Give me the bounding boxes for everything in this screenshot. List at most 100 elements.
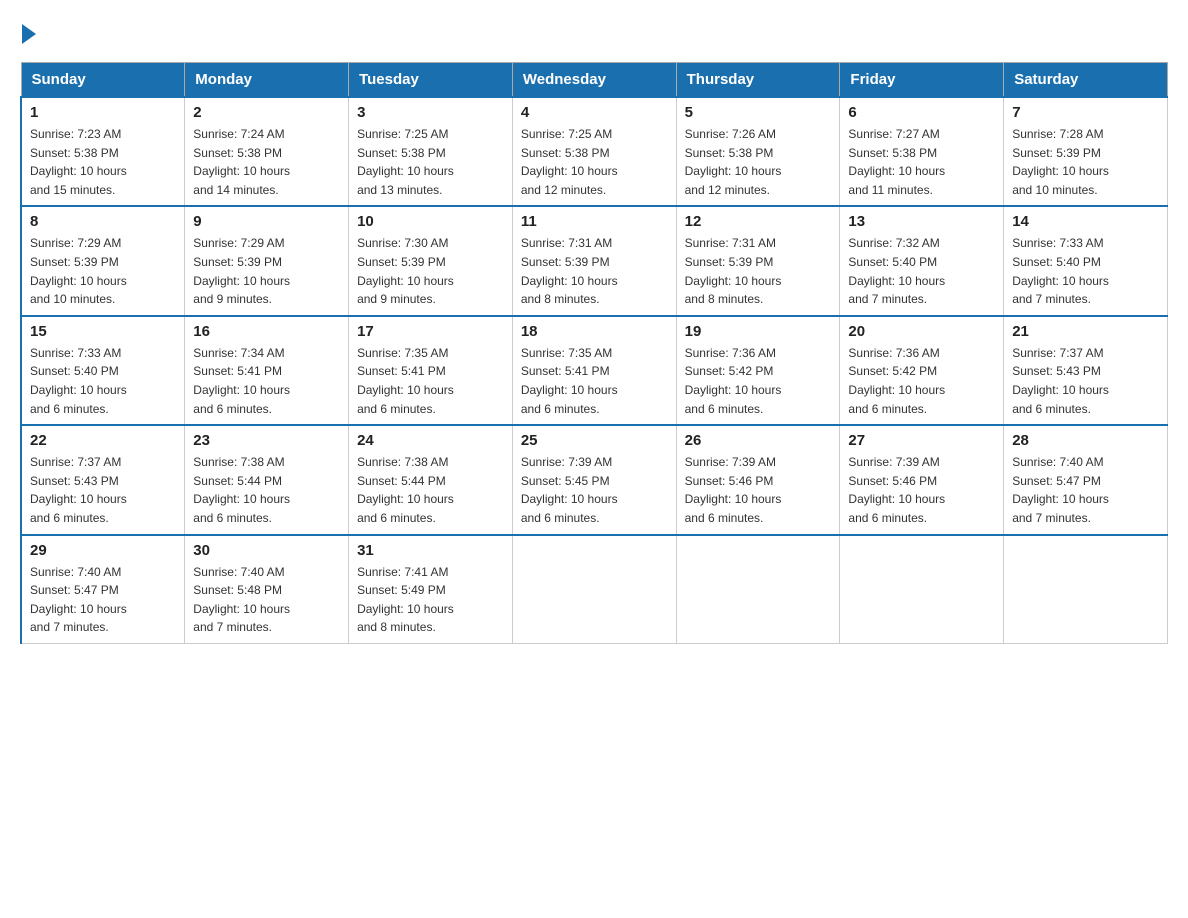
day-cell-4: 4 Sunrise: 7:25 AMSunset: 5:38 PMDaylight… [512,97,676,206]
day-cell-23: 23 Sunrise: 7:38 AMSunset: 5:44 PMDayligh… [185,425,349,534]
day-info: Sunrise: 7:34 AMSunset: 5:41 PMDaylight:… [193,344,340,418]
day-cell-1: 1Sunrise: 7:23 AMSunset: 5:38 PMDaylight… [21,97,185,206]
day-cell-10: 10 Sunrise: 7:30 AMSunset: 5:39 PMDayligh… [349,206,513,315]
empty-cell [512,535,676,644]
day-number: 24 [357,432,504,449]
day-info: Sunrise: 7:25 AMSunset: 5:38 PMDaylight:… [357,125,504,199]
day-number: 18 [521,323,668,340]
day-cell-15: 15 Sunrise: 7:33 AMSunset: 5:40 PMDayligh… [21,316,185,425]
day-number: 14 [1012,213,1159,230]
day-info: Sunrise: 7:35 AMSunset: 5:41 PMDaylight:… [357,344,504,418]
day-info: Sunrise: 7:33 AMSunset: 5:40 PMDaylight:… [1012,234,1159,308]
day-number: 22 [30,432,176,449]
day-cell-31: 31Sunrise: 7:41 AMSunset: 5:49 PMDayligh… [349,535,513,644]
day-info: Sunrise: 7:37 AMSunset: 5:43 PMDaylight:… [1012,344,1159,418]
logo-arrow-icon [22,24,36,44]
column-header-thursday: Thursday [676,63,840,98]
day-number: 19 [685,323,832,340]
week-row-5: 29 Sunrise: 7:40 AMSunset: 5:47 PMDayligh… [21,535,1168,644]
day-cell-5: 5Sunrise: 7:26 AMSunset: 5:38 PMDaylight… [676,97,840,206]
day-info: Sunrise: 7:27 AMSunset: 5:38 PMDaylight:… [848,125,995,199]
column-header-wednesday: Wednesday [512,63,676,98]
day-info: Sunrise: 7:40 AMSunset: 5:47 PMDaylight:… [1012,453,1159,527]
day-cell-22: 22 Sunrise: 7:37 AMSunset: 5:43 PMDayligh… [21,425,185,534]
day-cell-3: 3Sunrise: 7:25 AMSunset: 5:38 PMDaylight… [349,97,513,206]
day-info: Sunrise: 7:40 AMSunset: 5:47 PMDaylight:… [30,563,176,637]
day-info: Sunrise: 7:41 AMSunset: 5:49 PMDaylight:… [357,563,504,637]
week-row-3: 15 Sunrise: 7:33 AMSunset: 5:40 PMDayligh… [21,316,1168,425]
day-number: 10 [357,213,504,230]
day-info: Sunrise: 7:39 AMSunset: 5:45 PMDaylight:… [521,453,668,527]
day-cell-24: 24 Sunrise: 7:38 AMSunset: 5:44 PMDayligh… [349,425,513,534]
day-cell-16: 16Sunrise: 7:34 AMSunset: 5:41 PMDayligh… [185,316,349,425]
day-info: Sunrise: 7:35 AMSunset: 5:41 PMDaylight:… [521,344,668,418]
day-cell-29: 29 Sunrise: 7:40 AMSunset: 5:47 PMDayligh… [21,535,185,644]
day-cell-27: 27 Sunrise: 7:39 AMSunset: 5:46 PMDayligh… [840,425,1004,534]
day-number: 15 [30,323,176,340]
calendar-header-row: SundayMondayTuesdayWednesdayThursdayFrid… [21,63,1168,98]
day-info: Sunrise: 7:28 AMSunset: 5:39 PMDaylight:… [1012,125,1159,199]
day-cell-30: 30Sunrise: 7:40 AMSunset: 5:48 PMDayligh… [185,535,349,644]
day-number: 17 [357,323,504,340]
day-cell-12: 12 Sunrise: 7:31 AMSunset: 5:39 PMDayligh… [676,206,840,315]
day-cell-20: 20 Sunrise: 7:36 AMSunset: 5:42 PMDayligh… [840,316,1004,425]
column-header-saturday: Saturday [1004,63,1168,98]
day-info: Sunrise: 7:40 AMSunset: 5:48 PMDaylight:… [193,563,340,637]
week-row-4: 22 Sunrise: 7:37 AMSunset: 5:43 PMDayligh… [21,425,1168,534]
day-info: Sunrise: 7:31 AMSunset: 5:39 PMDaylight:… [521,234,668,308]
day-number: 27 [848,432,995,449]
day-number: 28 [1012,432,1159,449]
day-number: 20 [848,323,995,340]
day-info: Sunrise: 7:37 AMSunset: 5:43 PMDaylight:… [30,453,176,527]
day-number: 6 [848,104,995,121]
day-number: 11 [521,213,668,230]
day-number: 12 [685,213,832,230]
column-header-monday: Monday [185,63,349,98]
day-info: Sunrise: 7:39 AMSunset: 5:46 PMDaylight:… [848,453,995,527]
empty-cell [1004,535,1168,644]
day-info: Sunrise: 7:25 AMSunset: 5:38 PMDaylight:… [521,125,668,199]
day-info: Sunrise: 7:38 AMSunset: 5:44 PMDaylight:… [357,453,504,527]
day-info: Sunrise: 7:39 AMSunset: 5:46 PMDaylight:… [685,453,832,527]
day-number: 4 [521,104,668,121]
day-cell-25: 25 Sunrise: 7:39 AMSunset: 5:45 PMDayligh… [512,425,676,534]
day-info: Sunrise: 7:29 AMSunset: 5:39 PMDaylight:… [193,234,340,308]
day-cell-11: 11 Sunrise: 7:31 AMSunset: 5:39 PMDayligh… [512,206,676,315]
day-info: Sunrise: 7:24 AMSunset: 5:38 PMDaylight:… [193,125,340,199]
page-header [20,20,1168,44]
day-number: 23 [193,432,340,449]
day-number: 1 [30,104,176,121]
day-cell-13: 13Sunrise: 7:32 AMSunset: 5:40 PMDayligh… [840,206,1004,315]
day-info: Sunrise: 7:33 AMSunset: 5:40 PMDaylight:… [30,344,176,418]
empty-cell [840,535,1004,644]
week-row-1: 1Sunrise: 7:23 AMSunset: 5:38 PMDaylight… [21,97,1168,206]
day-number: 5 [685,104,832,121]
day-cell-21: 21Sunrise: 7:37 AMSunset: 5:43 PMDayligh… [1004,316,1168,425]
day-cell-8: 8 Sunrise: 7:29 AMSunset: 5:39 PMDaylight… [21,206,185,315]
day-number: 29 [30,542,176,559]
day-cell-19: 19 Sunrise: 7:36 AMSunset: 5:42 PMDayligh… [676,316,840,425]
day-cell-17: 17 Sunrise: 7:35 AMSunset: 5:41 PMDayligh… [349,316,513,425]
day-number: 25 [521,432,668,449]
empty-cell [676,535,840,644]
day-info: Sunrise: 7:38 AMSunset: 5:44 PMDaylight:… [193,453,340,527]
day-cell-2: 2 Sunrise: 7:24 AMSunset: 5:38 PMDaylight… [185,97,349,206]
day-info: Sunrise: 7:29 AMSunset: 5:39 PMDaylight:… [30,234,176,308]
day-info: Sunrise: 7:36 AMSunset: 5:42 PMDaylight:… [685,344,832,418]
day-number: 2 [193,104,340,121]
day-info: Sunrise: 7:30 AMSunset: 5:39 PMDaylight:… [357,234,504,308]
column-header-sunday: Sunday [21,63,185,98]
calendar-table: SundayMondayTuesdayWednesdayThursdayFrid… [20,62,1168,644]
day-cell-7: 7 Sunrise: 7:28 AMSunset: 5:39 PMDaylight… [1004,97,1168,206]
day-number: 8 [30,213,176,230]
day-info: Sunrise: 7:36 AMSunset: 5:42 PMDaylight:… [848,344,995,418]
day-info: Sunrise: 7:31 AMSunset: 5:39 PMDaylight:… [685,234,832,308]
day-cell-9: 9 Sunrise: 7:29 AMSunset: 5:39 PMDaylight… [185,206,349,315]
day-number: 9 [193,213,340,230]
day-info: Sunrise: 7:32 AMSunset: 5:40 PMDaylight:… [848,234,995,308]
day-number: 7 [1012,104,1159,121]
day-cell-14: 14 Sunrise: 7:33 AMSunset: 5:40 PMDayligh… [1004,206,1168,315]
day-cell-26: 26Sunrise: 7:39 AMSunset: 5:46 PMDayligh… [676,425,840,534]
day-cell-18: 18 Sunrise: 7:35 AMSunset: 5:41 PMDayligh… [512,316,676,425]
day-cell-28: 28 Sunrise: 7:40 AMSunset: 5:47 PMDayligh… [1004,425,1168,534]
